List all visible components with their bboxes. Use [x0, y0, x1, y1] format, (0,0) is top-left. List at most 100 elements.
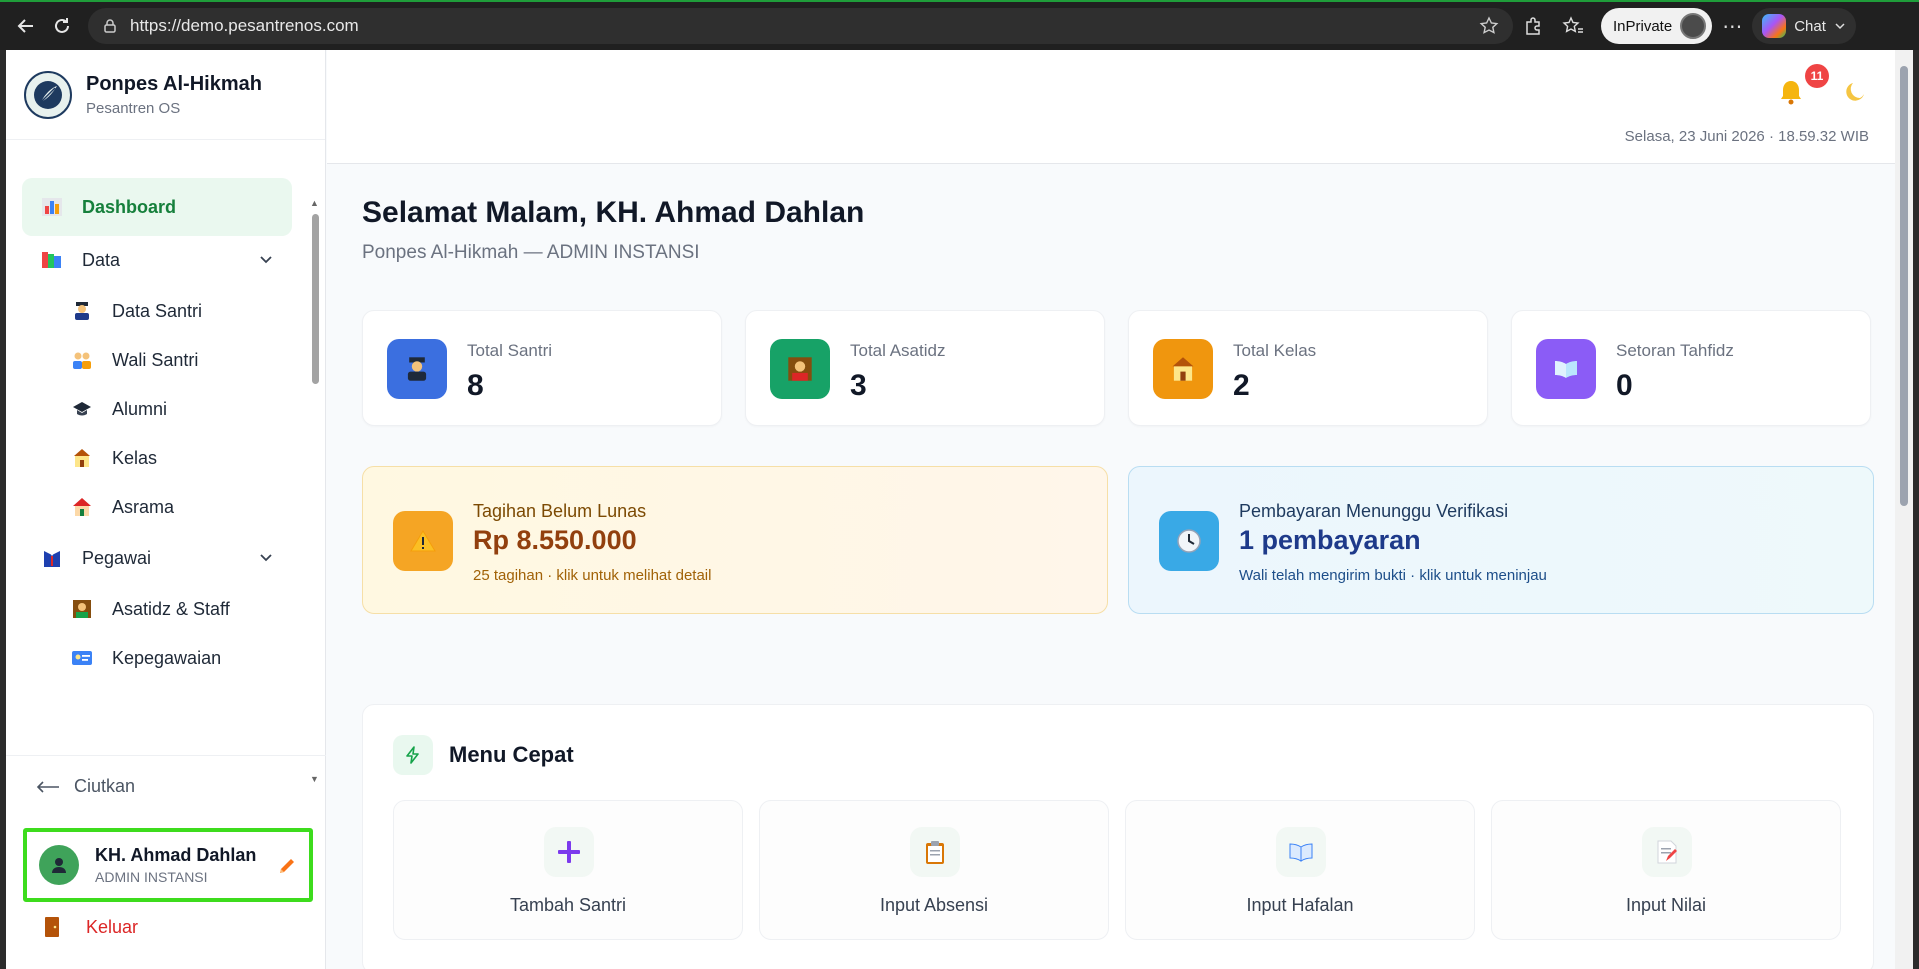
copilot-chat-button[interactable]: Chat [1752, 8, 1856, 44]
favorite-star-icon[interactable] [1479, 16, 1499, 36]
back-arrow-icon [17, 19, 33, 33]
more-options-icon[interactable]: ⋯ [1712, 14, 1752, 39]
teacher-icon [70, 597, 94, 621]
alert-title: Tagihan Belum Lunas [473, 501, 647, 521]
sidebar-item-label: Data Santri [112, 300, 203, 321]
door-icon [45, 917, 59, 937]
stat-card-total-asatidz[interactable]: Total Asatidz 3 [745, 310, 1105, 426]
quick-action-label: Tambah Santri [509, 895, 627, 915]
quick-menu-title: Menu Cepat [449, 742, 574, 767]
house-icon [70, 495, 94, 519]
scrollbar-thumb[interactable] [1900, 66, 1908, 506]
inprivate-button[interactable]: InPrivate [1601, 8, 1713, 44]
notification-badge: 11 [1805, 64, 1829, 88]
back-button[interactable] [8, 8, 44, 44]
brand-subtitle: Pesantren OS [86, 99, 181, 117]
brand-name: Ponpes Al-Hikmah [86, 72, 262, 95]
family-icon [70, 348, 94, 372]
profile-avatar [1680, 13, 1707, 39]
scrollbar-thumb[interactable] [312, 214, 319, 384]
suit-icon [40, 546, 64, 570]
sidebar-item-label: Kepegawaian [112, 647, 222, 668]
stat-value: 3 [850, 369, 867, 402]
chat-label: Chat [1794, 17, 1826, 35]
sidebar-item-kepegawaian[interactable]: Kepegawaian [22, 629, 292, 687]
inprivate-label: InPrivate [1613, 17, 1673, 35]
alert-title: Pembayaran Menunggu Verifikasi [1239, 501, 1509, 521]
topbar: 11 Selasa, 23 Juni 2026 · 18.59.32 WIB [327, 50, 1913, 164]
quick-action-input-hafalan[interactable]: Input Hafalan [1125, 800, 1475, 940]
student-icon [387, 339, 447, 399]
sidebar-item-label: Pegawai [82, 547, 152, 568]
quick-action-label: Input Absensi [879, 895, 989, 915]
chevron-down-icon [1835, 23, 1845, 30]
sidebar-scrollbar[interactable]: ▲ ▼ [310, 198, 320, 784]
scroll-up-icon[interactable]: ▲ [310, 198, 319, 208]
open-book-icon [1276, 827, 1326, 877]
quick-action-label: Input Hafalan [1246, 895, 1354, 915]
pencil-icon[interactable] [277, 856, 297, 881]
school-icon [1153, 339, 1213, 399]
sidebar-item-asrama[interactable]: Asrama [22, 478, 292, 536]
alert-value: Rp 8.550.000 [473, 525, 637, 555]
collapse-label: Ciutkan [74, 776, 136, 796]
logout-button[interactable]: Keluar [44, 916, 138, 938]
quick-action-input-nilai[interactable]: Input Nilai [1491, 800, 1841, 940]
stat-card-setoran-tahfidz[interactable]: Setoran Tahfidz 0 [1511, 310, 1871, 426]
copilot-icon [1762, 14, 1787, 38]
alert-note: Wali telah mengirim bukti · klik untuk m… [1239, 567, 1547, 584]
refresh-button[interactable] [44, 8, 80, 44]
chevron-down-icon [260, 256, 272, 264]
sidebar-menu: Dashboard Data Data Santri Wali Santri A… [6, 142, 326, 752]
quick-menu-header: Menu Cepat [393, 735, 574, 775]
teacher-icon [770, 339, 830, 399]
sidebar-item-label: Data [82, 249, 121, 270]
chevron-down-icon [260, 554, 272, 562]
books-icon [40, 248, 64, 272]
memo-icon [1642, 827, 1692, 877]
stat-value: 0 [1616, 369, 1633, 402]
sidebar-item-data[interactable]: Data [22, 231, 292, 289]
sidebar-item-pegawai[interactable]: Pegawai [22, 529, 292, 587]
plus-icon [544, 827, 594, 877]
alert-value: 1 pembayaran [1239, 525, 1421, 555]
user-role: ADMIN INSTANSI [95, 869, 208, 885]
user-profile-card[interactable]: KH. Ahmad Dahlan ADMIN INSTANSI [23, 828, 313, 902]
school-icon [70, 446, 94, 470]
sidebar-item-dashboard[interactable]: Dashboard [22, 178, 292, 236]
page-title: Selamat Malam, KH. Ahmad Dahlan [362, 196, 865, 229]
page-scrollbar[interactable] [1895, 50, 1913, 969]
brand-logo [24, 70, 72, 119]
stat-card-total-kelas[interactable]: Total Kelas 2 [1128, 310, 1488, 426]
sidebar: Ponpes Al-Hikmah Pesantren OS Dashboard … [6, 50, 326, 969]
favorites-icon [1562, 16, 1583, 33]
brand-header[interactable]: Ponpes Al-Hikmah Pesantren OS [6, 50, 325, 140]
refresh-icon [55, 18, 69, 33]
address-bar[interactable]: https://demo.pesantrenos.com [88, 8, 1513, 44]
clock-icon [1159, 511, 1219, 571]
quick-action-input-absensi[interactable]: Input Absensi [759, 800, 1109, 940]
sidebar-item-label: Asatidz & Staff [112, 598, 230, 619]
alert-note: 25 tagihan · klik untuk melihat detail [473, 567, 712, 584]
moon-icon[interactable] [1843, 80, 1867, 109]
stat-card-total-santri[interactable]: Total Santri 8 [362, 310, 722, 426]
extensions-button[interactable] [1513, 8, 1553, 44]
avatar [39, 845, 79, 885]
url-text[interactable]: https://demo.pesantrenos.com [130, 16, 1479, 36]
sidebar-item-label: Kelas [112, 447, 158, 468]
collapse-sidebar-button[interactable]: Ciutkan [36, 776, 135, 797]
unpaid-bills-alert[interactable]: Tagihan Belum Lunas Rp 8.550.000 25 tagi… [362, 466, 1108, 614]
notification-bell-icon[interactable] [1777, 78, 1805, 111]
site-info-icon[interactable] [102, 18, 118, 34]
quick-action-label: Input Nilai [1625, 895, 1707, 915]
graduation-cap-icon [70, 397, 94, 421]
quick-action-tambah-santri[interactable]: Tambah Santri [393, 800, 743, 940]
lightning-icon [393, 735, 433, 775]
page-subtitle: Ponpes Al-Hikmah — ADMIN INSTANSI [362, 242, 700, 263]
pending-verification-alert[interactable]: Pembayaran Menunggu Verifikasi 1 pembaya… [1128, 466, 1874, 614]
puzzle-icon [1526, 17, 1540, 35]
favorites-button[interactable] [1553, 8, 1593, 44]
arrow-left-icon [36, 780, 59, 793]
user-icon [52, 858, 66, 873]
stat-label: Setoran Tahfidz [1616, 341, 1734, 360]
